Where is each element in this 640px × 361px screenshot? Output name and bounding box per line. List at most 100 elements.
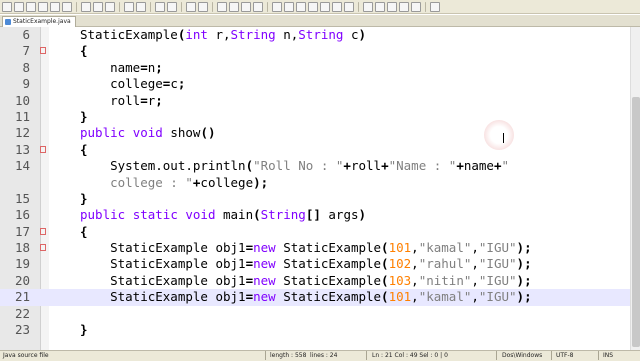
toolbar-separator [358, 1, 359, 12]
scrollbar-thumb[interactable] [632, 97, 640, 347]
code-text: public void show() [80, 125, 216, 141]
mouse-cursor-highlight [484, 120, 514, 150]
tab-label: StaticExample.java [13, 18, 71, 25]
code-line[interactable]: 12 public void show() [0, 125, 630, 141]
code-text: { [80, 141, 88, 157]
code-line[interactable]: 22 [0, 306, 630, 322]
toolbar-button[interactable] [229, 1, 239, 12]
toolbar-separator [119, 1, 120, 12]
code-line[interactable]: 14 System.out.println("Roll No : "+roll+… [0, 158, 630, 174]
java-file-icon [5, 19, 11, 25]
toolbar-separator [425, 1, 426, 12]
code-text: college=c; [80, 76, 186, 92]
fold-marker-icon[interactable] [40, 47, 46, 55]
line-number: 9 [22, 76, 30, 92]
code-line[interactable]: 21 StaticExample obj1=new StaticExample(… [0, 289, 630, 306]
code-text: public static void main(String[] args) [80, 207, 367, 223]
code-editor[interactable]: 6 StaticExample(int r,String n,String c) 7… [0, 27, 630, 338]
toolbar-button[interactable] [296, 1, 306, 12]
toolbar-button[interactable] [14, 1, 24, 12]
toolbar-button[interactable] [38, 1, 48, 12]
code-text: { [80, 223, 88, 239]
toolbar-button[interactable] [93, 1, 103, 12]
toolbar-button[interactable] [62, 1, 72, 12]
toolbar-button[interactable] [344, 1, 354, 12]
line-number: 12 [14, 125, 30, 141]
code-text: name=n; [80, 59, 163, 75]
code-line[interactable]: 9 college=c; [0, 76, 630, 92]
toolbar-button[interactable] [284, 1, 294, 12]
fold-marker-icon[interactable] [40, 244, 46, 252]
toolbar-button[interactable] [217, 1, 227, 12]
status-bar: Java source file length : 558 lines : 24… [0, 350, 640, 361]
fold-marker-icon[interactable] [40, 145, 46, 153]
toolbar-button[interactable] [332, 1, 342, 12]
line-number: 23 [14, 322, 30, 338]
status-divider [265, 351, 266, 360]
toolbar-button[interactable] [308, 1, 318, 12]
code-line[interactable]: 18 StaticExample obj1=new StaticExample(… [0, 240, 630, 256]
code-text: StaticExample obj1=new StaticExample(102… [80, 256, 532, 272]
code-line[interactable]: 8 name=n; [0, 60, 630, 76]
status-divider [598, 351, 599, 360]
code-line[interactable]: 6 StaticExample(int r,String n,String c) [0, 27, 630, 43]
line-number: 11 [14, 108, 30, 124]
toolbar-separator [267, 1, 268, 12]
line-number: 15 [14, 190, 30, 206]
code-text: { [80, 43, 88, 59]
toolbar-button[interactable] [2, 1, 12, 12]
line-number: 6 [22, 27, 30, 42]
line-number: 20 [14, 272, 30, 288]
code-line[interactable]: 10 roll=r; [0, 93, 630, 109]
status-divider [551, 351, 552, 360]
status-divider [496, 351, 497, 360]
toolbar-button[interactable] [375, 1, 385, 12]
tab-staticexample[interactable]: StaticExample.java [2, 16, 76, 27]
toolbar-button[interactable] [320, 1, 330, 12]
vertical-scrollbar[interactable] [630, 27, 640, 350]
code-line[interactable]: 19 StaticExample obj1=new StaticExample(… [0, 256, 630, 272]
toolbar-button[interactable] [81, 1, 91, 12]
toolbar-separator [150, 1, 151, 12]
toolbar-button[interactable] [26, 1, 36, 12]
toolbar-button[interactable] [241, 1, 251, 12]
toolbar-button[interactable] [253, 1, 263, 12]
toolbar-button[interactable] [411, 1, 421, 12]
toolbar-separator [181, 1, 182, 12]
toolbar-button[interactable] [50, 1, 60, 12]
toolbar-button[interactable] [155, 1, 165, 12]
code-line[interactable]: 20 StaticExample obj1=new StaticExample(… [0, 273, 630, 289]
toolbar-button[interactable] [363, 1, 373, 12]
code-line[interactable]: 23} [0, 322, 630, 338]
toolbar-button[interactable] [136, 1, 146, 12]
line-number: 8 [22, 59, 30, 75]
toolbar-button[interactable] [167, 1, 177, 12]
code-line[interactable]: 11} [0, 109, 630, 125]
line-number: 19 [14, 256, 30, 272]
fold-marker-icon[interactable] [40, 227, 46, 235]
toolbar-button[interactable] [124, 1, 134, 12]
code-line[interactable]: 7{ [0, 43, 630, 59]
toolbar-button[interactable] [272, 1, 282, 12]
line-number: 22 [14, 305, 30, 321]
code-line[interactable]: 17 { [0, 224, 630, 240]
line-number: 10 [14, 92, 30, 108]
toolbar-button[interactable] [399, 1, 409, 12]
toolbar-button[interactable] [105, 1, 115, 12]
code-text: StaticExample obj1=new StaticExample(101… [80, 240, 532, 256]
tab-bar: StaticExample.java [0, 15, 640, 27]
toolbar-separator [76, 1, 77, 12]
code-line[interactable]: 13 { [0, 142, 630, 158]
line-number: 21 [14, 289, 30, 305]
code-line[interactable]: college : "+college); [0, 175, 630, 191]
code-text: roll=r; [80, 92, 163, 108]
toolbar-button[interactable] [186, 1, 196, 12]
code-line[interactable]: 16 public static void main(String[] args) [0, 207, 630, 223]
code-line[interactable]: 15} [0, 191, 630, 207]
toolbar-button[interactable] [198, 1, 208, 12]
toolbar-button[interactable] [430, 1, 440, 12]
code-text: StaticExample obj1=new StaticExample(103… [80, 272, 532, 288]
toolbar-button[interactable] [387, 1, 397, 12]
line-number: 7 [22, 43, 30, 59]
text-cursor-icon [503, 133, 505, 143]
